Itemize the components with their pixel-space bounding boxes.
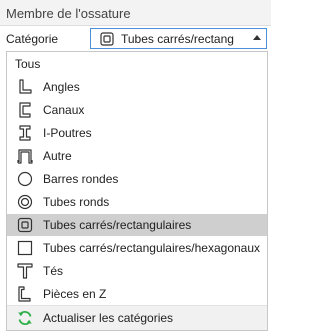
list-item-tes[interactable]: Tés — [7, 260, 267, 282]
refresh-categories-label: Actualiser les catégories — [43, 311, 174, 325]
rect-tube-icon — [17, 240, 33, 256]
square-tube-icon — [17, 217, 33, 233]
list-item-label: Angles — [43, 80, 80, 94]
category-label: Catégorie — [6, 32, 59, 46]
list-item-label: I-Poutres — [43, 126, 92, 140]
list-item-canaux[interactable]: Canaux — [7, 99, 267, 121]
i-beam-icon — [17, 125, 33, 141]
panel-header: Membre de l'ossature — [0, 0, 271, 26]
list-item-label: Tubes carrés/rectangulaires — [43, 218, 192, 232]
category-selected-value: Tubes carrés/rectang — [121, 32, 234, 46]
refresh-categories-button[interactable]: Actualiser les catégories — [7, 306, 267, 330]
channel-icon — [17, 102, 33, 118]
angle-icon — [17, 79, 33, 95]
list-item-barres-rondes[interactable]: Barres rondes — [7, 168, 267, 190]
tee-icon — [17, 263, 33, 279]
list-item-label: Tubes carrés/rectangulaires/hexagonaux — [43, 241, 261, 255]
list-item-label: Autre — [43, 149, 72, 163]
z-section-icon — [17, 286, 33, 302]
square-tube-icon — [100, 32, 114, 49]
refresh-icon — [17, 310, 33, 329]
list-item-tubes-carres-rectangulaires-hexagonaux[interactable]: Tubes carrés/rectangulaires/hexagonaux — [7, 237, 267, 259]
list-item-tous[interactable]: Tous — [15, 57, 40, 71]
category-combobox[interactable]: Tubes carrés/rectang — [90, 28, 267, 49]
panel-title: Membre de l'ossature — [6, 6, 131, 21]
list-item-label: Pièces en Z — [43, 287, 107, 301]
list-item-angles[interactable]: Angles — [7, 76, 267, 98]
list-item-pieces-en-z[interactable]: Pièces en Z — [7, 283, 267, 305]
round-bar-icon — [17, 171, 33, 187]
list-item-label: Barres rondes — [43, 172, 119, 186]
list-item-autre[interactable]: Autre — [7, 145, 267, 167]
list-item-tubes-carres-rectangulaires[interactable]: Tubes carrés/rectangulaires — [7, 214, 267, 236]
other-profile-icon — [17, 148, 33, 164]
round-tube-icon — [17, 194, 33, 210]
list-item-label: Tés — [43, 264, 64, 278]
list-item-tubes-ronds[interactable]: Tubes ronds — [7, 191, 267, 213]
category-dropdown-list: Tous Angles Canaux I-Poutres Autre Barre… — [6, 51, 268, 331]
list-item-label: Tubes ronds — [43, 195, 110, 209]
chevron-up-icon[interactable] — [253, 35, 261, 40]
list-item-label: Canaux — [43, 103, 85, 117]
list-item-i-poutres[interactable]: I-Poutres — [7, 122, 267, 144]
